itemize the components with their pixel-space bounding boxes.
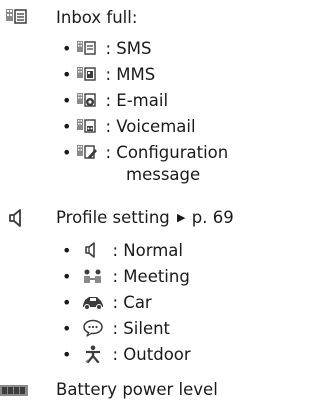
battery-icon (0, 385, 28, 396)
bullet: • (62, 345, 72, 364)
list-item-label: : Silent (112, 319, 171, 338)
list-item-label: : Configuration (105, 143, 229, 162)
page-reference-arrow: ▶ (177, 211, 186, 224)
section-title-battery: Battery power level (56, 380, 218, 399)
list-item-normal: • : Normal (62, 241, 183, 261)
bullet: • (62, 143, 72, 162)
list-item-outdoor: • : Outdoor (62, 345, 191, 365)
voicemail-icon (77, 119, 96, 133)
list-item-label: : Meeting (112, 267, 190, 286)
section-title-inbox: Inbox full: (56, 8, 138, 27)
list-item-label: : Car (112, 293, 152, 312)
list-item-label: : MMS (105, 65, 156, 84)
list-item-label: : Voicemail (105, 117, 196, 136)
list-item-email: • : E-mail (62, 91, 168, 111)
bullet: • (62, 319, 72, 338)
sms-icon (77, 41, 96, 55)
car-icon (83, 297, 104, 310)
list-item-label: : Outdoor (112, 345, 191, 364)
list-item-car: • : Car (62, 293, 152, 313)
list-item-mms: • : MMS (62, 65, 155, 85)
list-item-meeting: • : Meeting (62, 267, 190, 287)
bullet: • (62, 39, 72, 58)
list-item-voicemail: • : Voicemail (62, 117, 196, 137)
list-item-label: : SMS (105, 39, 152, 58)
list-item-silent: • : Silent (62, 319, 170, 339)
bullet: • (62, 91, 72, 110)
bullet: • (62, 241, 72, 260)
page-reference[interactable]: p. 69 (192, 208, 234, 227)
list-item-label: : E-mail (105, 91, 169, 110)
list-item-sms: • : SMS (62, 39, 152, 59)
list-item-configuration: • : Configuration (62, 143, 228, 163)
list-item-label: : Normal (112, 241, 184, 260)
configuration-icon (77, 145, 98, 159)
bullet: • (62, 267, 72, 286)
section-title-profile: Profile setting ▶ p. 69 (56, 208, 234, 228)
manual-page: Inbox full: • : SMS • : MMS •: E-mail •… (0, 0, 270, 404)
list-item-label-continuation: message (126, 165, 201, 184)
meeting-icon (84, 269, 102, 283)
bullet: • (62, 293, 72, 312)
inbox-full-icon (6, 9, 27, 24)
email-icon (77, 93, 96, 107)
bullet: • (62, 65, 72, 84)
speaker-icon (9, 209, 21, 227)
bullet: • (62, 117, 72, 136)
silent-icon (83, 319, 103, 337)
outdoor-icon (85, 345, 101, 363)
mms-icon (77, 67, 96, 81)
normal-speaker-icon (85, 242, 96, 258)
section-title-text: Profile setting (56, 208, 170, 227)
